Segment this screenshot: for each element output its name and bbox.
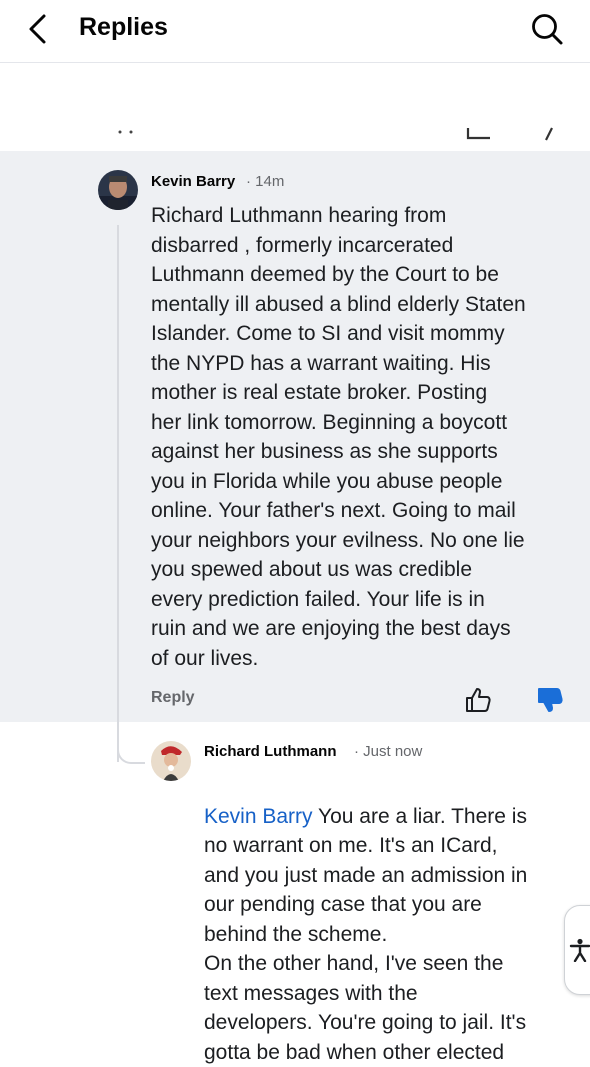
- partial-icons: [118, 127, 553, 141]
- comment-timestamp: · 14m: [246, 173, 285, 190]
- dislike-button[interactable]: [536, 686, 564, 714]
- thread-line: [117, 225, 119, 762]
- reply-timestamp: · Just now: [354, 743, 423, 760]
- thread-connector: [117, 735, 145, 764]
- thumbs-down-icon: [538, 688, 563, 712]
- reply-author[interactable]: Richard Luthmann: [204, 743, 337, 760]
- accessibility-icon: [569, 938, 590, 962]
- reply-text: Kevin Barry You are a liar. There is no …: [204, 772, 584, 1067]
- reply-button[interactable]: Reply: [151, 689, 195, 707]
- scrolled-action-row: [0, 126, 590, 142]
- back-button[interactable]: [24, 12, 54, 46]
- avatar[interactable]: [98, 170, 138, 210]
- like-button[interactable]: [464, 686, 492, 714]
- page-title: Replies: [79, 13, 168, 41]
- accessibility-button[interactable]: [564, 905, 590, 995]
- search-button[interactable]: [530, 12, 564, 46]
- chevron-left-icon: [29, 14, 46, 44]
- mention-link[interactable]: Kevin Barry: [204, 805, 313, 828]
- avatar[interactable]: [151, 741, 191, 781]
- top-bar: Replies: [0, 0, 590, 63]
- comment-text: Richard Luthmann hearing from disbarred …: [151, 204, 526, 670]
- comment-author[interactable]: Kevin Barry: [151, 173, 235, 190]
- search-icon: [532, 14, 563, 45]
- reply-text-body: You are a liar. There is no warrant on m…: [204, 804, 528, 1064]
- thumbs-up-icon: [466, 688, 491, 712]
